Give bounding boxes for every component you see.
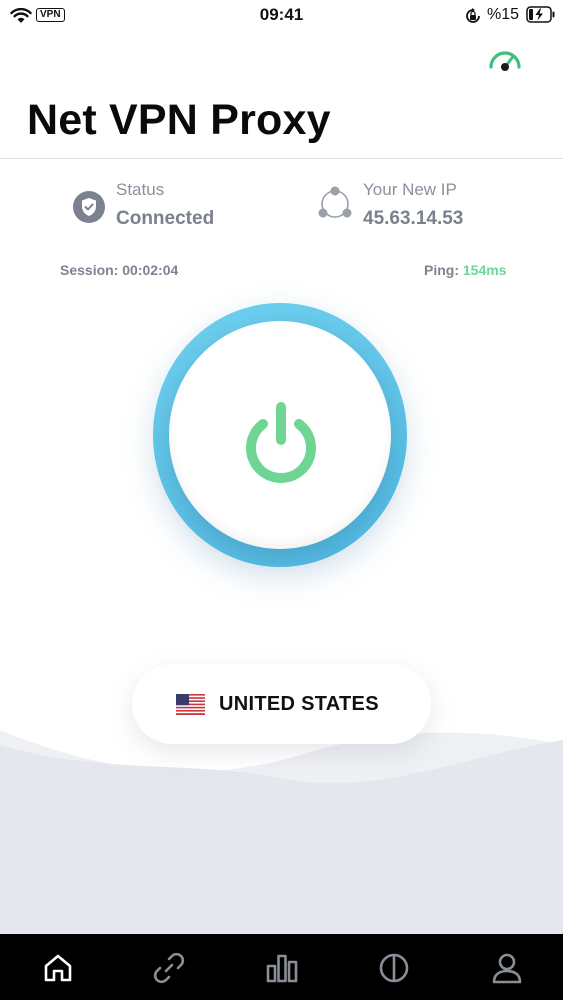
status-bar: VPN 09:41 %15 bbox=[0, 0, 563, 30]
country-name: UNITED STATES bbox=[219, 693, 379, 715]
network-nodes-icon bbox=[318, 186, 352, 218]
link-icon[interactable] bbox=[151, 950, 187, 986]
status-label: Status bbox=[116, 180, 165, 199]
ip-label: Your New IP bbox=[363, 180, 457, 199]
orientation-lock-icon bbox=[466, 8, 480, 23]
shield-check-icon bbox=[73, 191, 105, 223]
app-title: Net VPN Proxy bbox=[27, 96, 331, 144]
ping-readout: Ping: 154ms bbox=[424, 262, 506, 278]
us-flag-icon bbox=[176, 694, 205, 715]
speedometer-icon[interactable] bbox=[487, 45, 523, 75]
header-divider bbox=[0, 158, 563, 159]
session-timer: Session: 00:02:04 bbox=[60, 262, 179, 278]
user-icon[interactable] bbox=[489, 950, 525, 986]
ping-value: 154ms bbox=[462, 262, 507, 278]
bar-chart-icon[interactable] bbox=[264, 950, 300, 986]
ping-label: Ping: bbox=[424, 262, 459, 278]
home-icon[interactable] bbox=[40, 950, 76, 986]
power-icon[interactable] bbox=[238, 398, 324, 486]
ip-value: 45.63.14.53 bbox=[363, 208, 464, 229]
battery-percent: %15 bbox=[487, 6, 520, 23]
half-circle-icon[interactable] bbox=[376, 950, 412, 986]
status-value: Connected bbox=[116, 208, 215, 229]
battery-charging-icon bbox=[526, 6, 555, 23]
